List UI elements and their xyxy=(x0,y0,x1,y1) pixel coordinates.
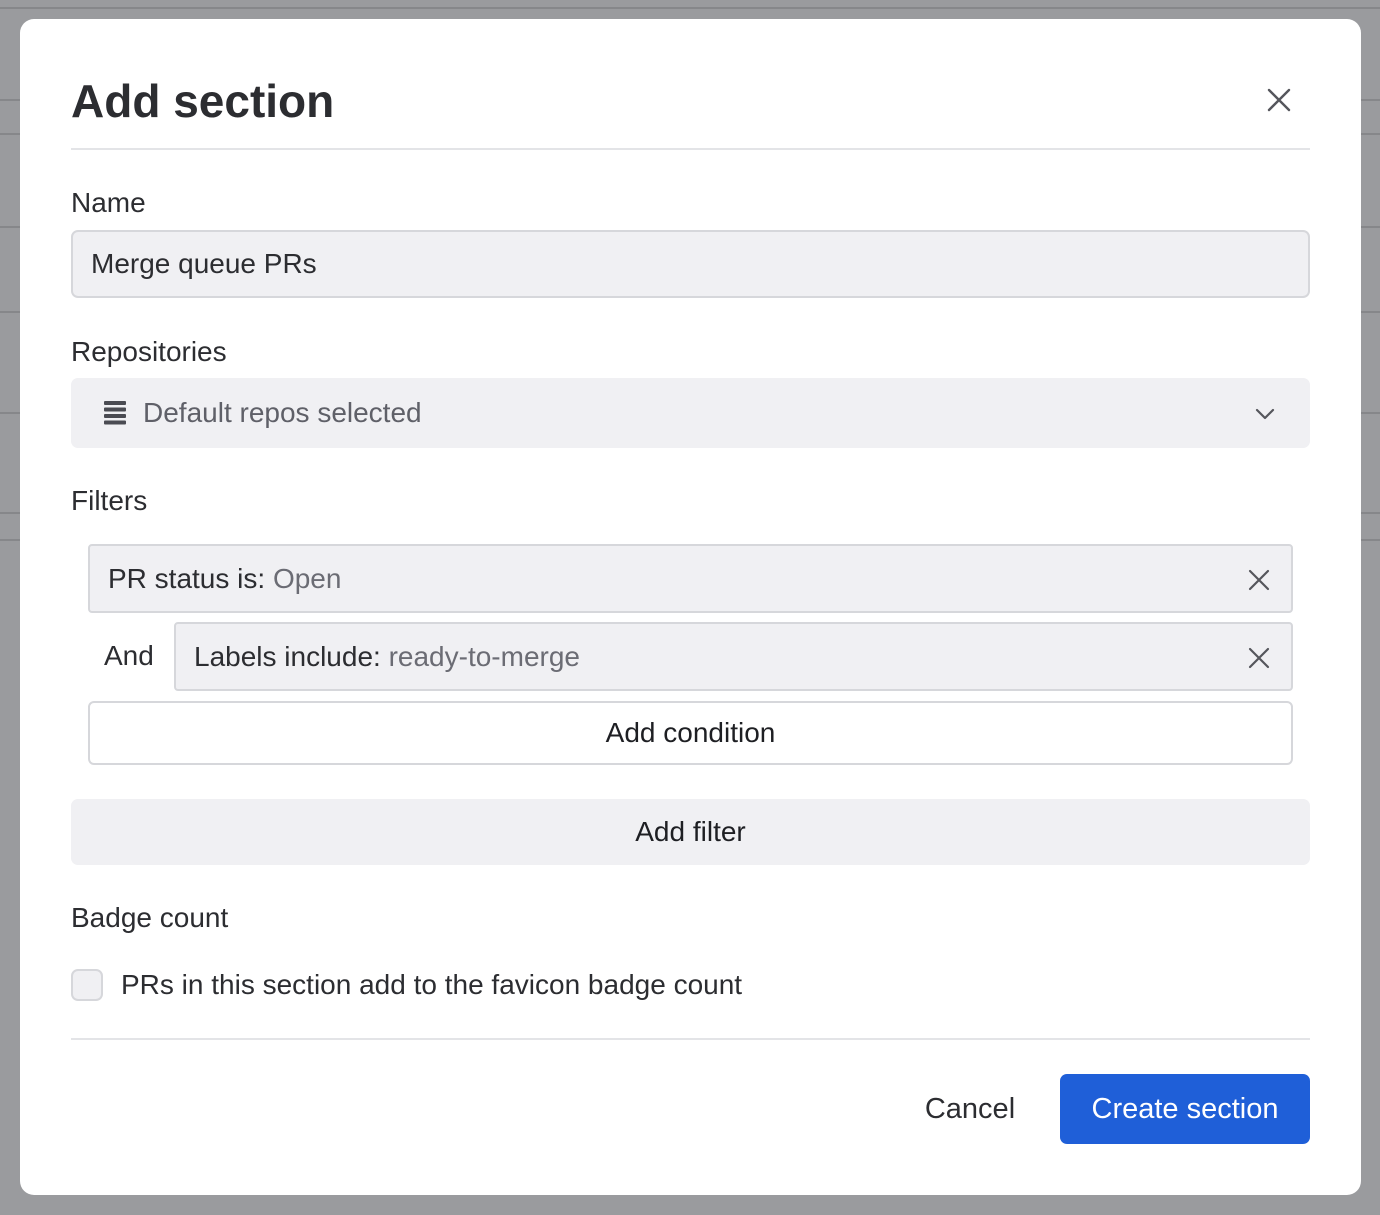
repositories-select[interactable]: Default repos selected xyxy=(71,378,1310,448)
repositories-label: Repositories xyxy=(71,336,227,367)
close-icon xyxy=(1267,88,1291,112)
badge-count-label: Badge count xyxy=(71,902,229,933)
filter-condition-text: PR status is: Open xyxy=(108,561,341,597)
close-icon[interactable] xyxy=(1247,646,1271,670)
filter-condition[interactable]: Labels include: ready-to-merge xyxy=(174,622,1293,691)
name-label: Name xyxy=(71,187,146,218)
filter-condition-value: ready-to-merge xyxy=(388,641,580,672)
filter-condition-key: PR status is: xyxy=(108,563,273,594)
condition-connector: And xyxy=(104,640,154,671)
name-input[interactable] xyxy=(71,230,1310,298)
filters-label: Filters xyxy=(71,485,148,516)
add-filter-button[interactable]: Add filter xyxy=(71,799,1310,865)
filter-condition-text: Labels include: ready-to-merge xyxy=(194,639,580,675)
close-icon[interactable] xyxy=(1247,568,1271,592)
close-button[interactable] xyxy=(1264,85,1294,115)
filter-condition[interactable]: PR status is: Open xyxy=(88,544,1293,613)
create-section-button[interactable]: Create section xyxy=(1060,1074,1310,1144)
repositories-selected-value: Default repos selected xyxy=(143,397,422,428)
chevron-down-icon xyxy=(1255,408,1275,420)
add-condition-button[interactable]: Add condition xyxy=(88,701,1293,765)
badge-count-checkbox[interactable] xyxy=(71,969,103,1001)
cancel-button[interactable]: Cancel xyxy=(900,1074,1040,1144)
dialog-title: Add section xyxy=(71,75,335,127)
add-section-dialog: Add section Name Repositories Default re… xyxy=(20,19,1361,1195)
list-icon xyxy=(104,401,126,425)
filter-condition-key: Labels include: xyxy=(194,641,389,672)
header-divider xyxy=(71,148,1310,150)
footer-divider xyxy=(71,1038,1310,1040)
background-divider xyxy=(0,7,1380,9)
filter-condition-value: Open xyxy=(272,563,342,594)
badge-count-checkbox-label[interactable]: PRs in this section add to the favicon b… xyxy=(121,967,742,1003)
